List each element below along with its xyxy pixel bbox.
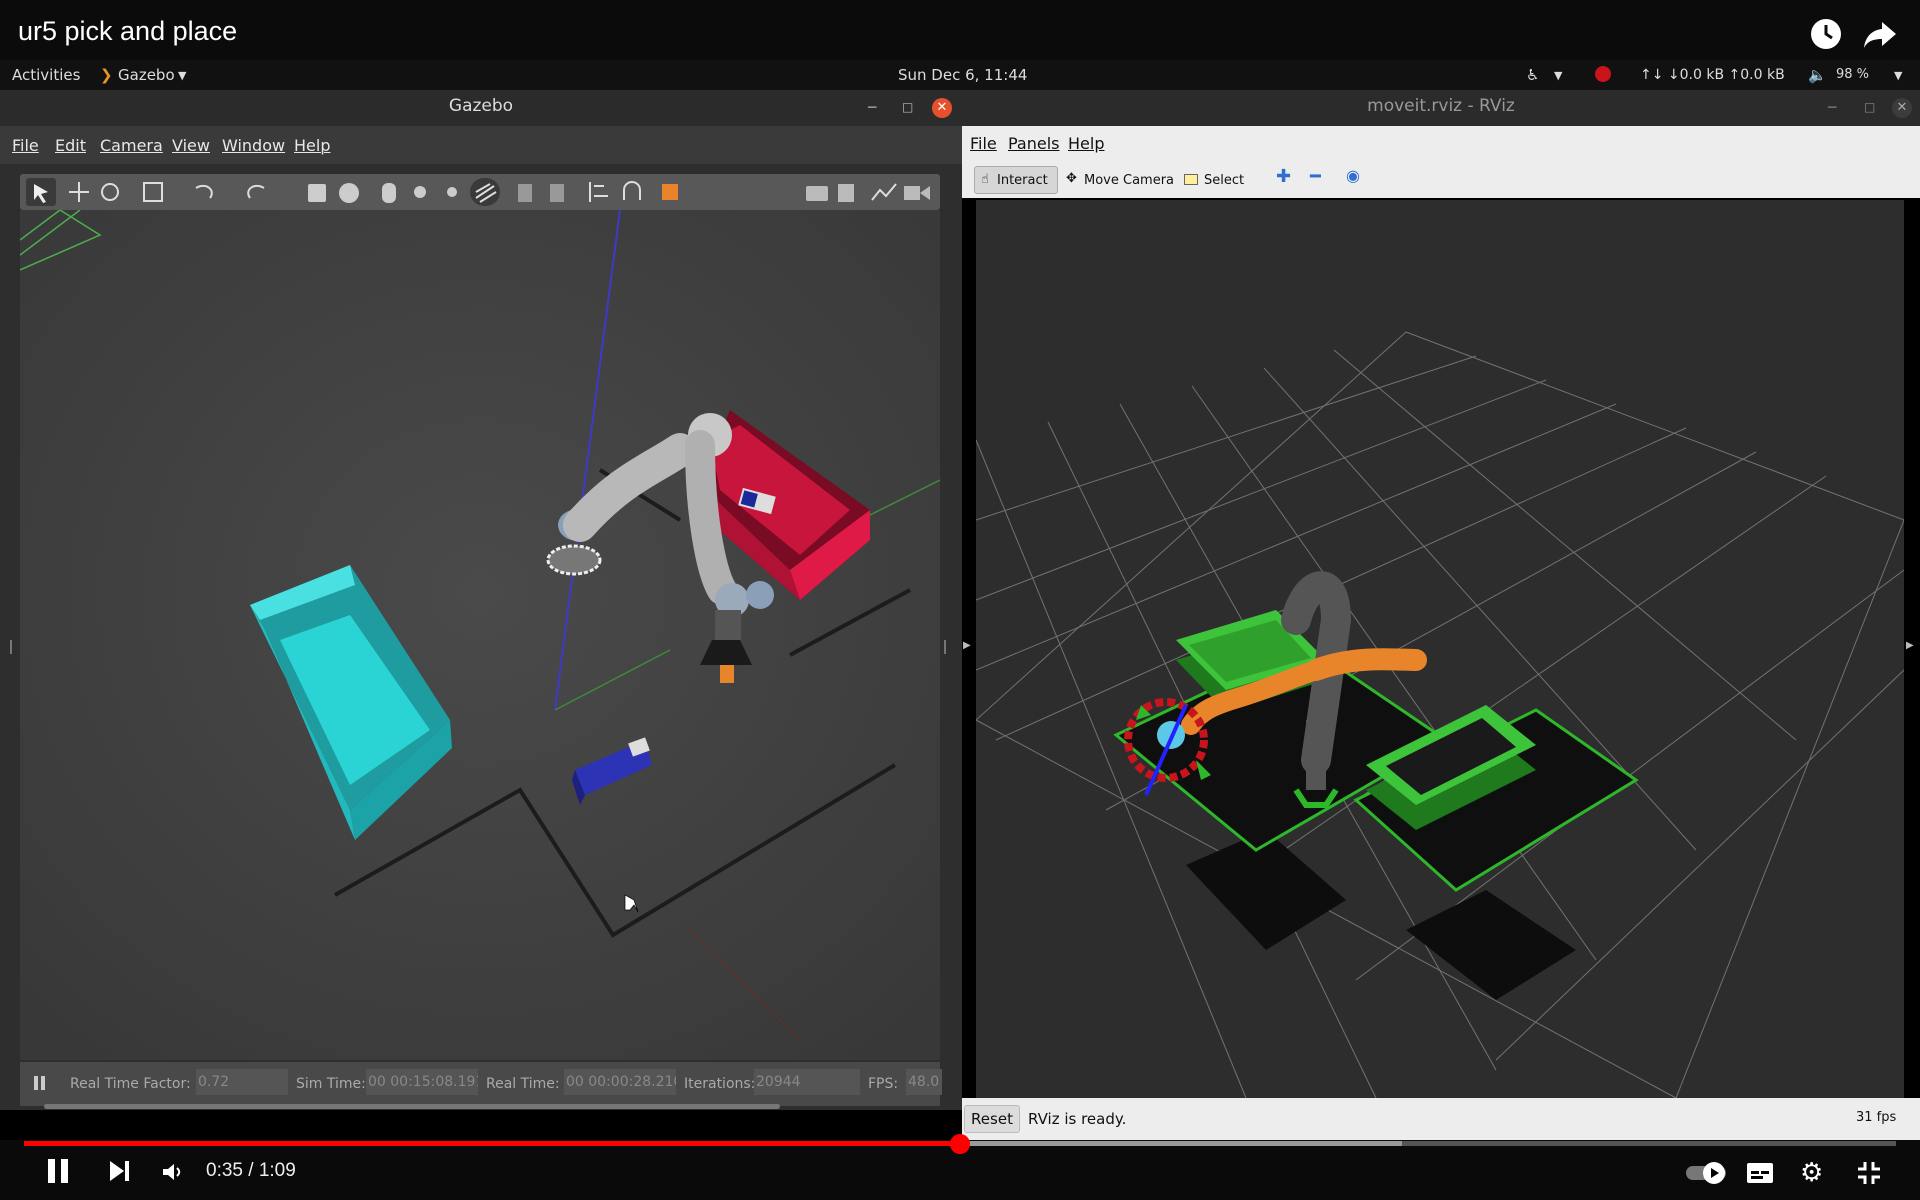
- iterations-label: Iterations:: [684, 1076, 756, 1092]
- subtitles-button[interactable]: [1746, 1162, 1774, 1188]
- activities-button[interactable]: Activities: [12, 66, 80, 84]
- autoplay-toggle[interactable]: [1684, 1160, 1730, 1190]
- pause-icon[interactable]: [32, 1074, 48, 1096]
- rviz-maximize-icon[interactable]: □: [1864, 100, 1875, 114]
- volume-button[interactable]: [160, 1160, 184, 1188]
- menu-help[interactable]: Help: [294, 136, 330, 155]
- gazebo-app-icon: ❯: [100, 66, 113, 84]
- pause-button[interactable]: [44, 1156, 72, 1190]
- recording-icon[interactable]: [1594, 65, 1612, 87]
- menu-camera[interactable]: Camera: [100, 136, 163, 155]
- time-display: 0:35 / 1:09: [206, 1160, 296, 1181]
- rviz-menu-file[interactable]: File: [970, 134, 997, 153]
- rviz-title-bar[interactable]: moveit.rviz - RViz ─ □ ✕: [962, 90, 1920, 126]
- app-menu[interactable]: Gazebo: [118, 66, 175, 84]
- maximize-icon[interactable]: □: [902, 100, 913, 114]
- app-menu-dropdown-icon[interactable]: ▼: [178, 69, 186, 82]
- minimize-icon[interactable]: ─: [868, 100, 876, 116]
- accessibility-dropdown-icon[interactable]: ▼: [1554, 69, 1562, 82]
- watch-later-icon[interactable]: [1806, 14, 1846, 54]
- gazebo-title-bar[interactable]: Gazebo ─ □ ✕: [0, 90, 962, 126]
- gazebo-status-bar: Real Time Factor: 0.72 Sim Time: 00 00:1…: [20, 1062, 942, 1106]
- fps-value: 48.0: [906, 1069, 942, 1095]
- real-time-label: Real Time:: [486, 1076, 560, 1092]
- menu-view[interactable]: View: [172, 136, 210, 155]
- tool-properties-icon[interactable]: ◉: [1346, 166, 1360, 185]
- rviz-minimize-icon[interactable]: ─: [1828, 100, 1836, 116]
- rtf-label: Real Time Factor:: [70, 1076, 191, 1092]
- clock[interactable]: Sun Dec 6, 11:44: [898, 66, 1027, 84]
- next-button[interactable]: [106, 1158, 134, 1188]
- rtf-value: 0.72: [196, 1069, 288, 1095]
- sim-time-label: Sim Time:: [296, 1076, 366, 1092]
- gnome-top-bar: Activities ❯ Gazebo ▼ Sun Dec 6, 11:44 ♿…: [0, 60, 1920, 90]
- sim-time-value: 00 00:15:08.191: [366, 1069, 478, 1095]
- fps-label: FPS:: [868, 1076, 899, 1092]
- network-speed: ↑↓ ↓0.0 kB ↑0.0 kB: [1640, 67, 1785, 83]
- reset-button[interactable]: Reset: [964, 1105, 1020, 1133]
- video-title: ur5 pick and place: [18, 16, 238, 46]
- rviz-3d-viewport[interactable]: [976, 200, 1904, 1098]
- select-icon: [1184, 174, 1198, 185]
- right-panel-handle[interactable]: [944, 640, 952, 654]
- accessibility-icon[interactable]: ♿: [1526, 66, 1539, 84]
- gazebo-3d-viewport[interactable]: [20, 210, 940, 1060]
- exit-fullscreen-button[interactable]: [1856, 1160, 1882, 1190]
- volume-icon[interactable]: 🔈: [1808, 66, 1827, 84]
- settings-icon[interactable]: ⚙: [1800, 1158, 1823, 1188]
- video-title-bar: ur5 pick and place: [0, 0, 1920, 60]
- rviz-toolbar: ☝ Interact ✥ Move Camera Select ✚ ━ ◉: [962, 162, 1920, 198]
- menu-window[interactable]: Window: [222, 136, 285, 155]
- interact-label: Interact: [997, 173, 1048, 188]
- add-tool-icon[interactable]: ✚: [1276, 166, 1291, 187]
- rviz-close-icon[interactable]: ✕: [1892, 98, 1912, 118]
- share-icon[interactable]: [1860, 14, 1900, 54]
- rviz-right-dock-arrow[interactable]: ▶: [1906, 640, 1914, 651]
- rviz-menu-help[interactable]: Help: [1068, 134, 1104, 153]
- rviz-status-text: RViz is ready.: [1028, 1110, 1127, 1128]
- menu-file[interactable]: File: [12, 136, 39, 155]
- move-camera-icon: ✥: [1066, 171, 1077, 186]
- iterations-value: 20944: [754, 1069, 860, 1095]
- progress-played: [24, 1141, 960, 1146]
- rviz-window-title: moveit.rviz - RViz: [1367, 96, 1515, 116]
- hand-icon: ☝: [981, 172, 989, 187]
- remove-tool-icon[interactable]: ━: [1310, 166, 1321, 187]
- gazebo-window-title: Gazebo: [448, 96, 514, 116]
- progress-scrubber[interactable]: [950, 1134, 970, 1154]
- interact-tool[interactable]: ☝ Interact: [974, 166, 1058, 194]
- rviz-menu-panels[interactable]: Panels: [1008, 134, 1060, 153]
- left-panel-handle[interactable]: [10, 640, 18, 654]
- gazebo-toolbar: [20, 174, 940, 210]
- select-label: Select: [1204, 173, 1245, 188]
- real-time-value: 00 00:00:28.210: [564, 1069, 676, 1095]
- battery-indicator[interactable]: 98 %: [1836, 67, 1869, 82]
- move-camera-label: Move Camera: [1084, 173, 1175, 188]
- rviz-status-bar: Reset RViz is ready. 31 fps: [962, 1098, 1920, 1140]
- rviz-left-dock-arrow[interactable]: ▶: [963, 640, 971, 651]
- rviz-menu-bar: File Panels Help: [962, 126, 1920, 162]
- gazebo-menu-bar: File Edit Camera View Window Help: [0, 126, 962, 164]
- gazebo-h-scrollbar[interactable]: [44, 1104, 780, 1109]
- close-icon[interactable]: ✕: [932, 98, 952, 118]
- system-menu-dropdown-icon[interactable]: ▼: [1894, 69, 1902, 82]
- menu-edit[interactable]: Edit: [55, 136, 86, 155]
- rviz-fps: 31 fps: [1856, 1110, 1897, 1125]
